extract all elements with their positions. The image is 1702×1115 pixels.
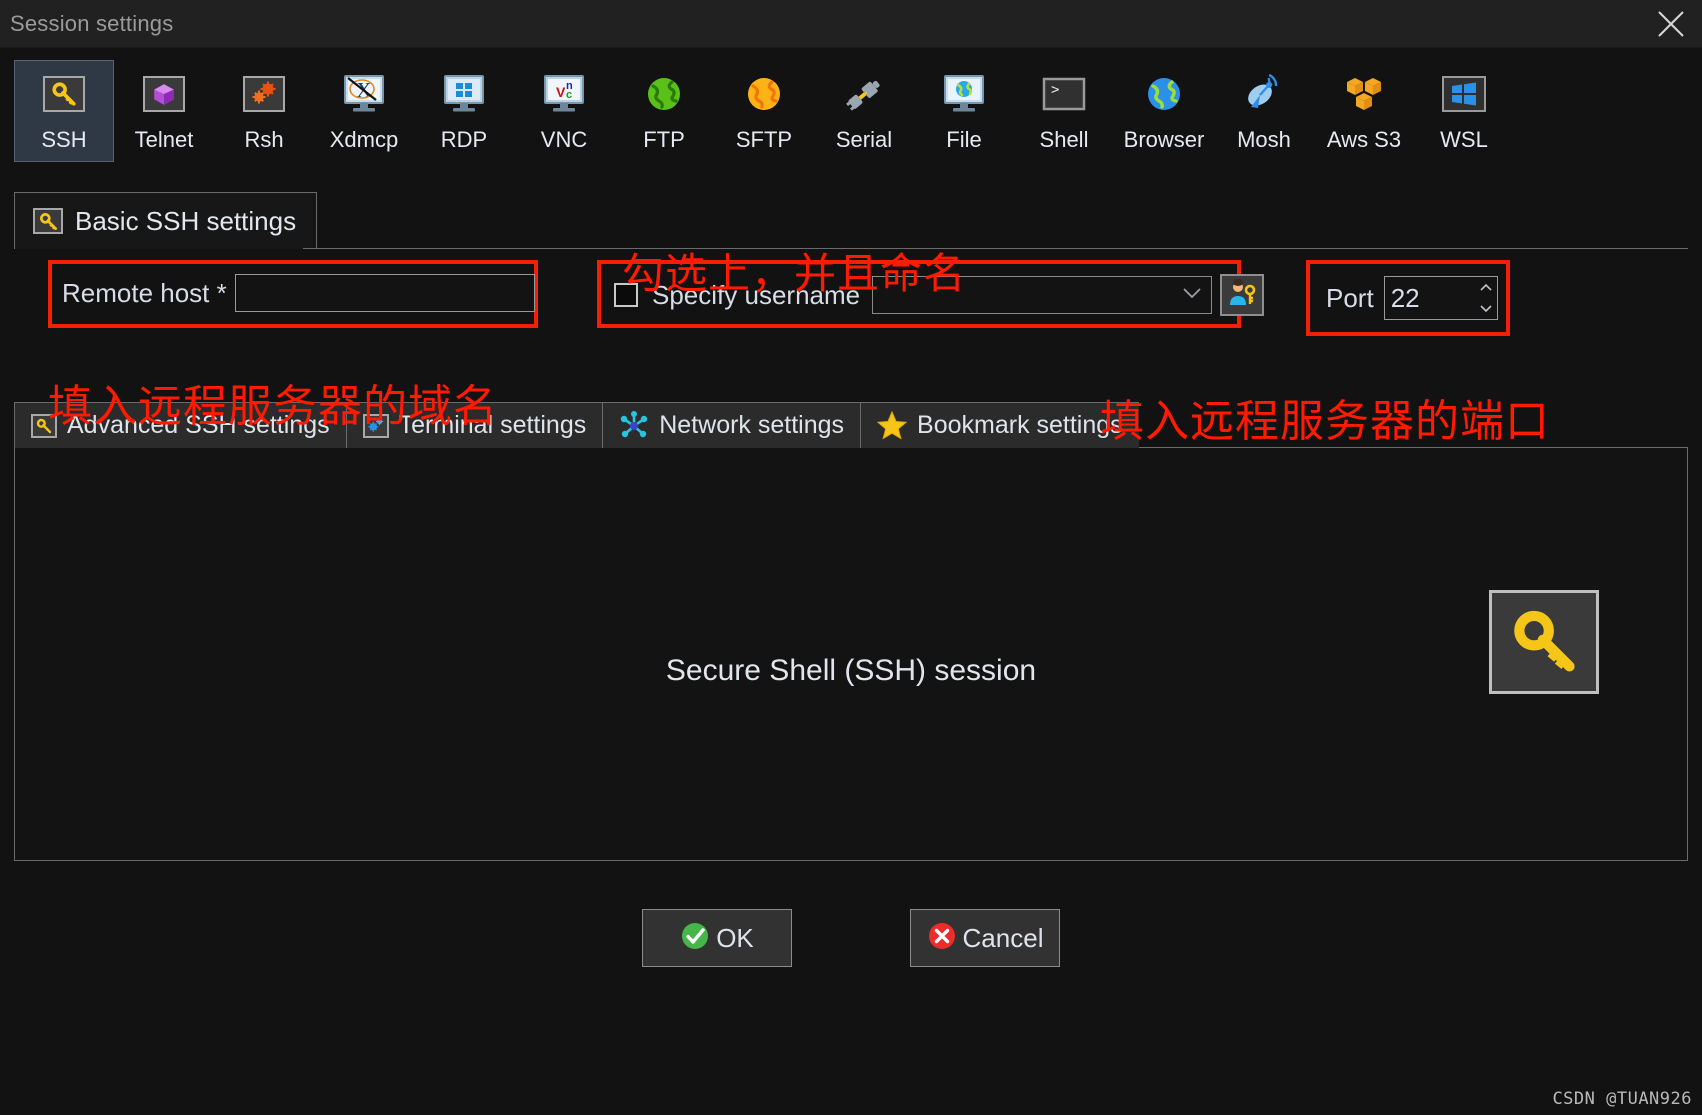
- vnc-monitor-icon: V n c: [541, 71, 587, 117]
- session-type-label: Mosh: [1237, 127, 1291, 152]
- session-content-panel: Secure Shell (SSH) session: [14, 448, 1688, 861]
- aws-cubes-icon: [1341, 71, 1387, 117]
- dialog-button-row: OK Cancel: [14, 909, 1688, 967]
- port-label: Port: [1326, 282, 1374, 313]
- ok-button[interactable]: OK: [642, 909, 792, 967]
- port-input[interactable]: [1383, 276, 1476, 320]
- tab-label: Basic SSH settings: [75, 205, 297, 236]
- session-type-label: File: [946, 127, 982, 152]
- spinner-down-icon[interactable]: [1476, 298, 1497, 319]
- tab-bookmark-settings[interactable]: Bookmark settings: [860, 402, 1139, 448]
- svg-text:V: V: [556, 84, 566, 100]
- session-type-label: FTP: [643, 127, 685, 152]
- watermark: CSDN @TUAN926: [1552, 1089, 1692, 1109]
- title-bar: Session settings: [0, 0, 1702, 48]
- annotation-port: 填入远程服务器的端口: [1100, 396, 1550, 447]
- key-icon: [1489, 590, 1599, 694]
- session-type-label: Shell: [1039, 127, 1089, 152]
- session-type-telnet[interactable]: Telnet: [114, 60, 214, 162]
- user-key-icon: [1227, 277, 1257, 312]
- star-icon: [877, 411, 908, 440]
- svg-text:c: c: [566, 89, 572, 101]
- remote-host-input[interactable]: [234, 274, 535, 312]
- tab-basic-ssh-settings[interactable]: Basic SSH settings: [14, 192, 318, 249]
- session-type-wsl[interactable]: WSL: [1414, 60, 1514, 162]
- button-label: OK: [716, 922, 754, 953]
- key-icon: [33, 208, 63, 234]
- port-spinner[interactable]: [1475, 276, 1498, 320]
- session-type-rdp[interactable]: RDP: [414, 60, 514, 162]
- close-button[interactable]: [1640, 0, 1702, 47]
- red-x-icon: [927, 921, 957, 956]
- tab-underline: [303, 248, 1688, 249]
- session-type-label: Browser: [1123, 127, 1205, 152]
- orange-globe-icon: [741, 71, 787, 117]
- key-icon: [41, 71, 87, 117]
- window-title: Session settings: [10, 10, 174, 36]
- green-check-icon: [680, 921, 710, 956]
- button-label: Cancel: [962, 922, 1044, 953]
- session-type-label: SFTP: [735, 127, 793, 152]
- tab-label: Network settings: [659, 411, 845, 439]
- x-monitor-icon: X: [341, 71, 387, 117]
- session-type-label: Telnet: [134, 127, 194, 152]
- session-type-label: Aws S3: [1326, 127, 1402, 152]
- orange-gears-icon: [241, 71, 287, 117]
- session-type-browser[interactable]: Browser: [1114, 60, 1214, 162]
- session-type-rsh[interactable]: Rsh: [214, 60, 314, 162]
- session-type-serial[interactable]: Serial: [814, 60, 914, 162]
- port-group: Port: [1326, 276, 1498, 320]
- session-type-label: WSL: [1440, 127, 1488, 152]
- cancel-button[interactable]: Cancel: [910, 909, 1060, 967]
- blue-globe-icon: [1141, 71, 1187, 117]
- purple-gem-icon: [141, 71, 187, 117]
- session-type-label: Rsh: [244, 127, 284, 152]
- windows-logo-icon: [1441, 71, 1487, 117]
- session-type-ftp[interactable]: FTP: [614, 60, 714, 162]
- annotation-remote-host: 填入远程服务器的域名: [48, 381, 498, 432]
- main-panel: Basic SSH settings Remote host * Specify…: [14, 192, 1688, 967]
- tab-network-settings[interactable]: Network settings: [602, 402, 861, 448]
- session-type-mosh[interactable]: Mosh: [1214, 60, 1314, 162]
- satellite-dish-icon: [1241, 71, 1287, 117]
- session-type-label: SSH: [41, 127, 87, 152]
- session-type-ssh[interactable]: SSH: [14, 60, 114, 162]
- session-type-file[interactable]: File: [914, 60, 1014, 162]
- session-description: Secure Shell (SSH) session: [665, 654, 1037, 687]
- green-globe-icon: [641, 71, 687, 117]
- tab-label: Bookmark settings: [917, 411, 1123, 439]
- session-type-aws-s3[interactable]: Aws S3: [1314, 60, 1414, 162]
- session-type-label: RDP: [440, 127, 488, 152]
- session-type-label: VNC: [540, 127, 588, 152]
- chevron-down-icon: [1183, 286, 1201, 304]
- globe-monitor-icon: [941, 71, 987, 117]
- session-type-vnc[interactable]: V n c VNC: [514, 60, 614, 162]
- session-type-label: Serial: [835, 127, 893, 152]
- remote-host-group: Remote host *: [62, 274, 535, 312]
- terminal-prompt-icon: >: [1041, 71, 1087, 117]
- spinner-up-icon[interactable]: [1476, 277, 1497, 298]
- session-type-sftp[interactable]: SFTP: [714, 60, 814, 162]
- session-type-bar: SSH Telnet Rsh Xdmcp RDP V n c VNC FTP S…: [0, 48, 1702, 192]
- session-type-shell[interactable]: > Shell: [1014, 60, 1114, 162]
- windows-monitor-icon: [441, 71, 487, 117]
- remote-host-label: Remote host *: [62, 277, 227, 308]
- network-nodes-icon: [619, 410, 649, 441]
- session-type-label: Xdmcp: [329, 127, 399, 152]
- username-picker-button[interactable]: [1220, 274, 1265, 316]
- plug-icon: [841, 71, 887, 117]
- close-icon: [1656, 9, 1686, 39]
- annotation-specify-username: 勾选上，并且命名: [622, 249, 967, 298]
- svg-text:>: >: [1051, 82, 1059, 98]
- session-type-xdmcp[interactable]: X Xdmcp: [314, 60, 414, 162]
